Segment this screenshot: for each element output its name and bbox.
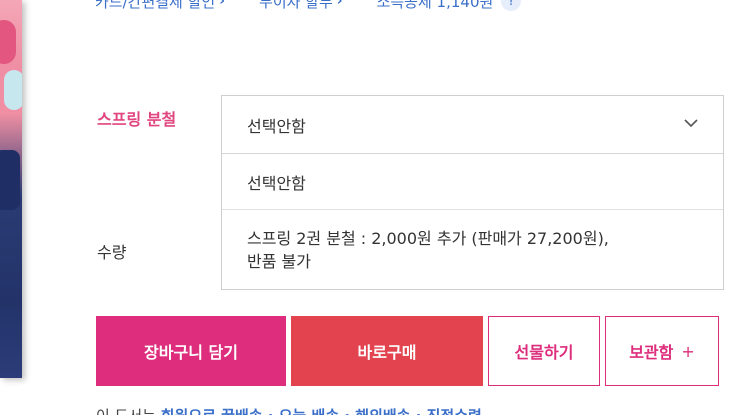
quantity-label: 수량 — [97, 243, 127, 262]
select-option[interactable]: 선택안함 — [222, 154, 723, 210]
payment-benefit-links: 카드/간편결제 할인 › 무이자 할부 › 소득공제 1,140원 ? — [95, 0, 522, 13]
cover-art-shape — [0, 150, 20, 210]
tax-deduction-info: 소득공제 1,140원 ? — [377, 0, 522, 12]
select-option[interactable]: 스프링 2권 분철 : 2,000원 추가 (판매가 27,200원), 반품 … — [222, 210, 723, 289]
book-cover — [0, 0, 22, 378]
buy-now-button[interactable]: 바로구매 — [291, 316, 483, 386]
selected-value: 선택안함 — [247, 116, 306, 136]
option-text: 반품 불가 — [247, 252, 311, 271]
select-current-value[interactable]: 선택안함 — [222, 96, 723, 154]
help-icon[interactable]: ? — [501, 0, 522, 11]
cover-art-shape — [4, 70, 22, 110]
chevron-right-icon: › — [219, 0, 226, 9]
card-discount-label: 카드/간편결제 할인 — [95, 0, 216, 11]
plus-icon: + — [681, 341, 695, 361]
chevron-down-icon — [684, 119, 698, 128]
chevron-right-icon: › — [336, 0, 343, 9]
delivery-highlight[interactable]: 회원으로 꿀배송 · 오늘 배송 · 해외배송 · 직접수령 — [161, 407, 482, 415]
add-to-cart-button[interactable]: 장바구니 담기 — [96, 316, 286, 386]
installment-label: 무이자 할부 — [259, 0, 333, 11]
installment-link[interactable]: 무이자 할부 › — [259, 0, 343, 12]
card-discount-link[interactable]: 카드/간편결제 할인 › — [95, 0, 225, 12]
delivery-info: 이 도서는 회원으로 꿀배송 · 오늘 배송 · 해외배송 · 직접수령 — [96, 405, 482, 415]
cover-art-shape — [0, 20, 16, 64]
wishlist-button[interactable]: 보관함 + — [605, 316, 719, 386]
wishlist-label: 보관함 — [629, 343, 674, 362]
gift-button[interactable]: 선물하기 — [488, 316, 600, 386]
option-text: 선택안함 — [247, 173, 306, 193]
option-text: 스프링 2권 분철 : 2,000원 추가 (판매가 27,200원), — [247, 229, 609, 248]
delivery-prefix: 이 도서는 — [96, 407, 156, 415]
spring-binding-select[interactable]: 선택안함 선택안함 스프링 2권 분철 : 2,000원 추가 (판매가 27,… — [221, 95, 724, 290]
tax-deduction-label: 소득공제 1,140원 — [376, 0, 494, 11]
option-label: 스프링 분철 — [97, 110, 177, 129]
